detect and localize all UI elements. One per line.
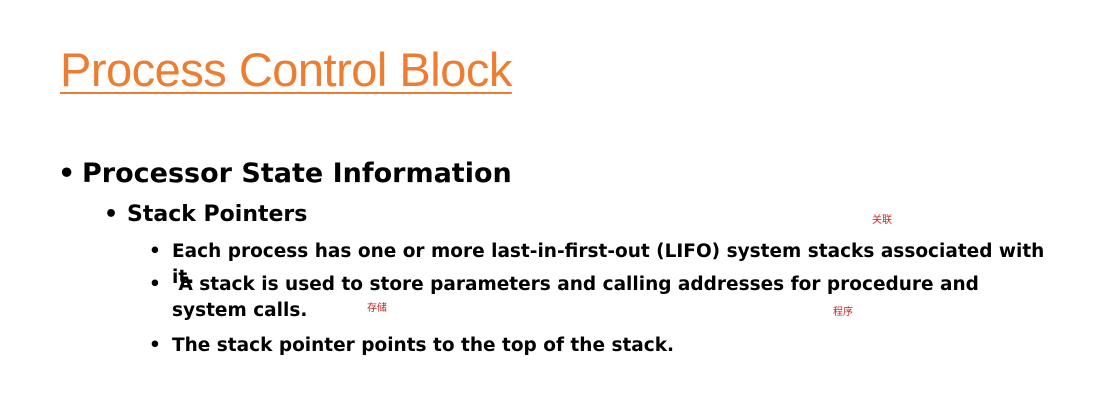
slide-title: Process Control Block bbox=[60, 43, 512, 96]
bullet-dot-icon: • bbox=[149, 274, 161, 295]
bullet-level3-text: The stack pointer points to the top of t… bbox=[172, 335, 675, 356]
bullet-level3-item: • A stack is used to store parameters an… bbox=[149, 272, 1052, 324]
bullet-level1-text: Processor State Information bbox=[82, 158, 512, 189]
bullet-dot-icon: • bbox=[58, 158, 76, 189]
bullet-level2-text: Stack Pointers bbox=[127, 202, 308, 227]
annotation-note: 程序 bbox=[833, 307, 853, 318]
bullet-level3-text: A stack is used to store parameters and … bbox=[172, 274, 986, 321]
bullet-level3-item: • The stack pointer points to the top of… bbox=[149, 333, 1052, 359]
bullet-dot-icon: • bbox=[149, 335, 161, 356]
bullet-dot-icon: • bbox=[104, 202, 119, 227]
bullet-level1-processor-state: • Processor State Information bbox=[58, 155, 512, 193]
annotation-note: 存储 bbox=[367, 303, 387, 314]
annotation-note: 关联 bbox=[872, 215, 892, 226]
bullet-dot-icon: • bbox=[149, 241, 161, 262]
bullet-level2-stack-pointers: • Stack Pointers bbox=[104, 199, 307, 231]
